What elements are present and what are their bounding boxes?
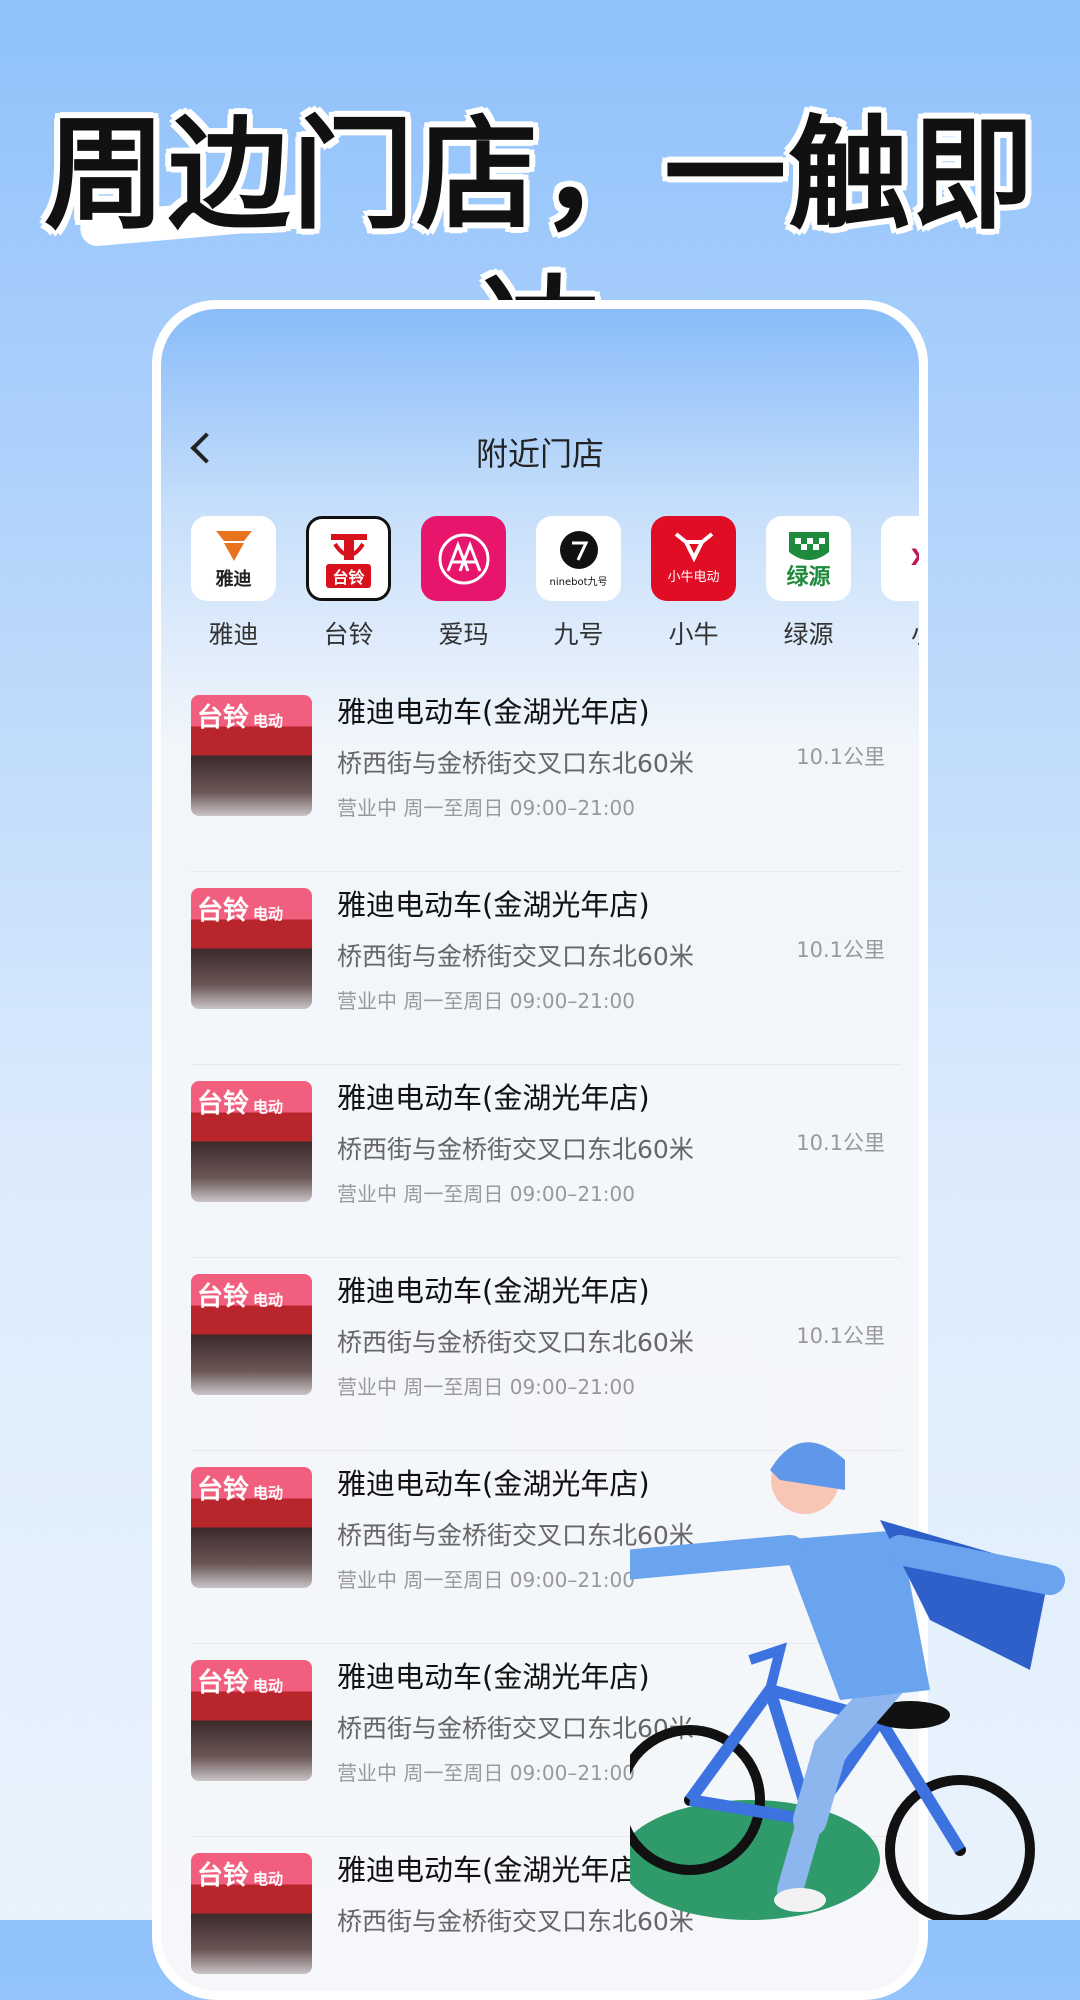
- store-address: 桥西街与金桥街交叉口东北60米: [337, 942, 694, 971]
- store-photo: 台铃 电动: [191, 1467, 312, 1588]
- store-distance: 10.1公里: [796, 745, 885, 769]
- brand-name: 九号: [553, 620, 604, 649]
- store-photo: 台铃 电动: [191, 1660, 312, 1781]
- store-hours: 营业中 周一至周日 09:00–21:00: [337, 1182, 635, 1206]
- brand-name: 小牛: [668, 620, 719, 649]
- store-hours: 营业中 周一至周日 09:00–21:00: [337, 796, 635, 820]
- store-photo: 台铃 电动: [191, 1274, 312, 1395]
- store-list-item[interactable]: 台铃 电动 雅迪电动车(金湖光年店) 桥西街与金桥街交叉口东北60米 营业中 周一…: [191, 1065, 901, 1258]
- store-address: 桥西街与金桥街交叉口东北60米: [337, 1328, 694, 1357]
- store-hours: 营业中 周一至周日 09:00–21:00: [337, 989, 635, 1013]
- page-title: 附近门店: [475, 435, 604, 473]
- store-hours: 营业中 周一至周日 09:00–21:00: [337, 1375, 635, 1399]
- brand-item-tailg[interactable]: 台铃 台铃: [306, 516, 391, 651]
- nav-bar: 附近门店: [161, 419, 919, 489]
- brand-name: 台铃: [323, 620, 374, 649]
- brand-name: 爱玛: [438, 620, 489, 649]
- store-list-item[interactable]: 台铃 电动 雅迪电动车(金湖光年店) 桥西街与金桥街交叉口东北60米 营业中 周一…: [191, 679, 901, 872]
- ninebot-logo: ninebot九号: [536, 516, 621, 601]
- store-name: 雅迪电动车(金湖光年店): [337, 888, 650, 922]
- store-photo: 台铃 电动: [191, 1081, 312, 1202]
- brand-name: 小: [881, 615, 919, 651]
- brand-item-luyuan[interactable]: 绿源 绿源: [766, 516, 851, 651]
- yadea-logo: 雅迪: [191, 516, 276, 601]
- brand-item-aima[interactable]: 爱玛: [421, 516, 506, 651]
- store-name: 雅迪电动车(金湖光年店): [337, 1274, 650, 1308]
- store-hours: 营业中 周一至周日 09:00–21:00: [337, 1761, 635, 1785]
- aima-logo: [421, 516, 506, 601]
- brand-name: 绿源: [783, 620, 834, 649]
- store-name: 雅迪电动车(金湖光年店): [337, 1660, 650, 1694]
- niu-logo: 小牛电动: [651, 516, 736, 601]
- brand-name: 雅迪: [208, 620, 259, 649]
- store-name: 雅迪电动车(金湖光年店): [337, 1467, 650, 1501]
- cyclist-illustration: [630, 1442, 1065, 1920]
- brand-item-xiaodao[interactable]: XI 小: [881, 516, 919, 651]
- luyuan-logo: 绿源: [766, 516, 851, 601]
- promo-banner: 周边门店，一触即达: [0, 95, 1080, 406]
- tailg-logo: 台铃: [306, 516, 391, 601]
- store-hours: 营业中 周一至周日 09:00–21:00: [337, 1568, 635, 1592]
- store-list-item[interactable]: 台铃 电动 雅迪电动车(金湖光年店) 桥西街与金桥街交叉口东北60米 营业中 周一…: [191, 872, 901, 1065]
- store-address: 桥西街与金桥街交叉口东北60米: [337, 749, 694, 778]
- store-photo: 台铃 电动: [191, 888, 312, 1009]
- store-photo: 台铃 电动: [191, 1853, 312, 1974]
- store-name: 雅迪电动车(金湖光年店): [337, 1081, 650, 1115]
- store-distance: 10.1公里: [796, 938, 885, 962]
- store-distance: 10.1公里: [796, 1324, 885, 1348]
- xiaodao-logo: XI: [881, 516, 919, 601]
- store-distance: 10.1公里: [796, 1131, 885, 1155]
- brand-item-niu[interactable]: 小牛电动 小牛: [651, 516, 736, 651]
- store-photo: 台铃 电动: [191, 695, 312, 816]
- brand-item-yadea[interactable]: 雅迪 雅迪: [191, 516, 276, 651]
- brand-filter-row: 雅迪 雅迪 台铃 台铃 爱玛 ninebot九号 九号 小牛电动 小牛 绿源 绿…: [191, 516, 919, 651]
- brand-item-ninebot[interactable]: ninebot九号 九号: [536, 516, 621, 651]
- store-name: 雅迪电动车(金湖光年店): [337, 695, 650, 729]
- store-address: 桥西街与金桥街交叉口东北60米: [337, 1135, 694, 1164]
- store-name: 雅迪电动车(金湖光年店): [337, 1853, 650, 1887]
